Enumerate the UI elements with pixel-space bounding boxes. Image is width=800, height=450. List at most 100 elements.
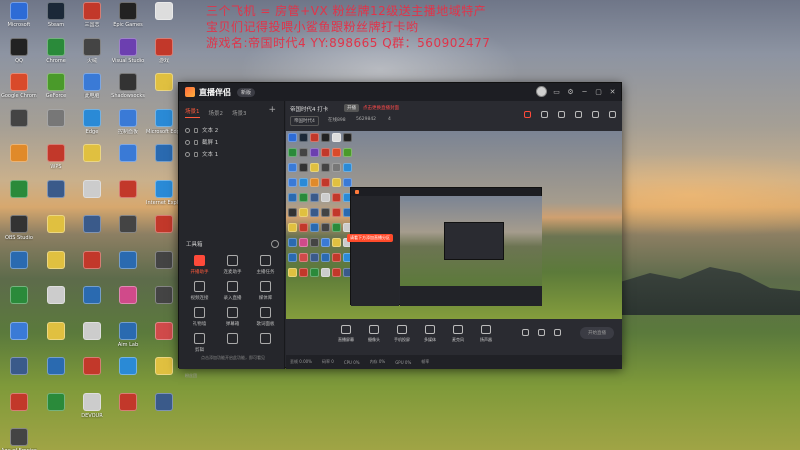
- desktop-icon[interactable]: [110, 179, 146, 220]
- desktop-icon[interactable]: [38, 357, 74, 397]
- desktop-icon[interactable]: QQ: [1, 37, 37, 78]
- tab-scene-3[interactable]: 场景3: [232, 109, 247, 117]
- desktop-icon[interactable]: [74, 179, 110, 220]
- desktop-icon[interactable]: [110, 215, 146, 255]
- desktop-icon[interactable]: [146, 392, 182, 433]
- desktop-icon[interactable]: [74, 321, 110, 362]
- toolbox-item[interactable]: 视频连接: [183, 281, 216, 301]
- desktop-icon[interactable]: [38, 286, 74, 326]
- desktop-icon[interactable]: [74, 144, 110, 184]
- share-icon[interactable]: [609, 111, 616, 118]
- desktop-icon[interactable]: [146, 2, 182, 42]
- desktop-icon[interactable]: [1, 179, 37, 220]
- desktop-icon[interactable]: [110, 357, 146, 397]
- toolbox-item[interactable]: 弹幕箱: [216, 307, 249, 327]
- desktop-icon[interactable]: [74, 250, 110, 291]
- desktop-icon[interactable]: Chrome: [38, 37, 74, 78]
- toolbox-item[interactable]: 开播助手: [183, 255, 216, 275]
- desktop-icon[interactable]: Visual Studio: [110, 37, 146, 78]
- desktop-icon[interactable]: [1, 108, 37, 149]
- desktop-icon[interactable]: [1, 357, 37, 397]
- app-titlebar[interactable]: 直播伴侣 新版 ▭ ⚙ ─ ▢ ✕: [179, 83, 621, 101]
- lock-icon[interactable]: [194, 127, 198, 133]
- bell-icon[interactable]: [592, 111, 599, 118]
- desktop-icon[interactable]: Aim Lab: [110, 321, 146, 362]
- tab-scene-1[interactable]: 场景1: [185, 107, 200, 118]
- source-row[interactable]: 文本 1: [179, 148, 284, 160]
- version-badge[interactable]: 新版: [237, 87, 256, 97]
- camera-icon[interactable]: [522, 329, 529, 336]
- desktop-icon[interactable]: [146, 321, 182, 362]
- toolbox-toggle-icon[interactable]: [271, 240, 279, 248]
- desktop-icon[interactable]: Microsoft: [1, 2, 37, 42]
- desktop-icon[interactable]: 控制面板: [110, 108, 146, 149]
- eye-icon[interactable]: [185, 127, 190, 133]
- close-button[interactable]: ✕: [608, 87, 617, 97]
- desktop-icon[interactable]: 游戏: [146, 37, 182, 78]
- minimize-button[interactable]: ─: [580, 87, 589, 97]
- settings-icon[interactable]: [554, 329, 561, 336]
- desktop-icon[interactable]: Internet Explorer: [146, 179, 182, 220]
- source-row[interactable]: 截屏 1: [179, 136, 284, 148]
- desktop-icon[interactable]: [38, 321, 74, 362]
- lock-icon[interactable]: [194, 139, 198, 145]
- toolbox-item[interactable]: 剪辑: [183, 333, 216, 353]
- desktop-icon[interactable]: 火绒: [74, 37, 110, 78]
- source-button[interactable]: 摄像头: [364, 325, 384, 343]
- start-live-button[interactable]: 开始直播: [580, 327, 614, 339]
- toolbox-item[interactable]: 歌词面板: [249, 307, 282, 327]
- room-cover-link[interactable]: 点击更换直播封面: [363, 105, 399, 111]
- toolbox-item[interactable]: [216, 333, 249, 353]
- desktop-icon[interactable]: [38, 250, 74, 291]
- toolbox-item[interactable]: [249, 333, 282, 353]
- source-button[interactable]: 手机投屏: [392, 325, 412, 343]
- room-title[interactable]: 帝国时代4 打卡: [290, 105, 328, 113]
- desktop-icon[interactable]: [38, 108, 74, 149]
- desktop-icon[interactable]: [1, 392, 37, 433]
- desktop-icon[interactable]: [146, 73, 182, 113]
- stream-preview[interactable]: 请看下方添加直播分区: [286, 131, 622, 319]
- eye-icon[interactable]: [185, 139, 190, 145]
- desktop-icon[interactable]: 三国志: [74, 2, 110, 42]
- desktop-icon[interactable]: OBS Studio: [1, 215, 37, 255]
- toolbox-item[interactable]: 主播任务: [249, 255, 282, 275]
- maximize-button[interactable]: ▢: [594, 87, 603, 97]
- desktop-icon[interactable]: Shadowsocks: [110, 73, 146, 113]
- desktop-icon[interactable]: [146, 250, 182, 291]
- desktop-icon[interactable]: GeForce: [38, 73, 74, 113]
- desktop-icon[interactable]: [1, 321, 37, 362]
- desktop-icon[interactable]: [146, 357, 182, 397]
- desktop-icon[interactable]: [110, 250, 146, 291]
- eye-icon[interactable]: [185, 151, 190, 157]
- toolbox-item[interactable]: 连麦助手: [216, 255, 249, 275]
- desktop-icon[interactable]: Edge: [74, 108, 110, 149]
- desktop-icon[interactable]: [146, 144, 182, 184]
- source-button[interactable]: 麦克风: [448, 325, 468, 343]
- eye-icon[interactable]: [538, 329, 545, 336]
- desktop-icon[interactable]: [1, 250, 37, 291]
- gift-icon[interactable]: [524, 111, 531, 118]
- toolbox-item[interactable]: 录入直播: [216, 281, 249, 301]
- desktop-icon[interactable]: [146, 286, 182, 326]
- toolbox-item[interactable]: 媒体库: [249, 281, 282, 301]
- user-avatar[interactable]: [536, 86, 547, 97]
- lock-icon[interactable]: [194, 151, 198, 157]
- desktop-icon[interactable]: [38, 215, 74, 255]
- tab-scene-2[interactable]: 场景2: [209, 109, 224, 117]
- desktop-icon[interactable]: [38, 392, 74, 433]
- desktop-icon[interactable]: [110, 144, 146, 184]
- desktop-icon[interactable]: Age of Empires IV: [1, 428, 37, 450]
- desktop-icon[interactable]: [1, 286, 37, 326]
- source-button[interactable]: 多媒体: [420, 325, 440, 343]
- desktop-icon[interactable]: [146, 215, 182, 255]
- lock-icon[interactable]: [541, 111, 548, 118]
- desktop-icon[interactable]: [74, 215, 110, 255]
- room-category[interactable]: 帝国时代4: [290, 116, 319, 126]
- desktop-icon[interactable]: [1, 144, 37, 184]
- desktop-icon[interactable]: DEVOUR: [74, 392, 110, 433]
- desktop-icon[interactable]: [74, 357, 110, 397]
- settings-button[interactable]: ⚙: [566, 87, 575, 97]
- toolbox-item[interactable]: 礼物墙: [183, 307, 216, 327]
- chat-icon[interactable]: [575, 111, 582, 118]
- source-button[interactable]: 直播屏幕: [336, 325, 356, 343]
